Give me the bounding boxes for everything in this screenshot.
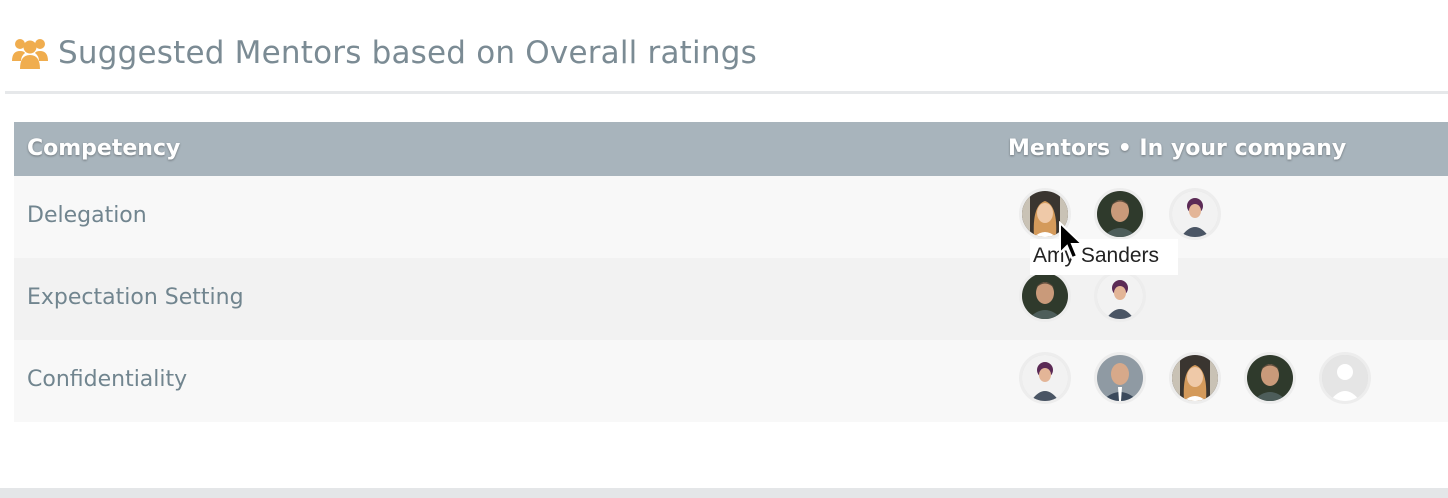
competency-name: Expectation Setting bbox=[27, 285, 244, 310]
table-row: Confidentiality bbox=[14, 340, 1448, 422]
header-divider bbox=[5, 91, 1448, 94]
avatar[interactable] bbox=[1094, 352, 1146, 404]
mentor-name-tooltip: Amy Sanders bbox=[1030, 239, 1178, 275]
column-header-competency: Competency bbox=[27, 136, 181, 161]
avatar[interactable] bbox=[1169, 188, 1221, 240]
page-title: Suggested Mentors based on Overall ratin… bbox=[58, 35, 757, 71]
competency-name: Delegation bbox=[27, 203, 147, 228]
column-header-mentors: Mentors • In your company bbox=[1008, 136, 1347, 161]
avatar[interactable] bbox=[1169, 352, 1221, 404]
avatar[interactable] bbox=[1019, 352, 1071, 404]
mentor-avatars bbox=[1019, 188, 1244, 240]
users-icon bbox=[12, 36, 48, 70]
bottom-divider bbox=[0, 488, 1448, 498]
mentor-avatars bbox=[1019, 270, 1169, 322]
avatar-placeholder[interactable] bbox=[1319, 352, 1371, 404]
mouse-cursor-icon bbox=[1059, 221, 1084, 260]
mentor-avatars bbox=[1019, 352, 1394, 404]
avatar[interactable] bbox=[1244, 352, 1296, 404]
section-header: Suggested Mentors based on Overall ratin… bbox=[12, 30, 757, 76]
avatar[interactable] bbox=[1019, 270, 1071, 322]
table-row: Expectation Setting bbox=[14, 258, 1448, 340]
competency-name: Confidentiality bbox=[27, 367, 188, 392]
avatar[interactable] bbox=[1094, 188, 1146, 240]
avatar[interactable] bbox=[1094, 270, 1146, 322]
mentors-table: Competency Mentors • In your company Del… bbox=[14, 122, 1448, 422]
table-row: Delegation bbox=[14, 176, 1448, 258]
table-header: Competency Mentors • In your company bbox=[14, 122, 1448, 176]
